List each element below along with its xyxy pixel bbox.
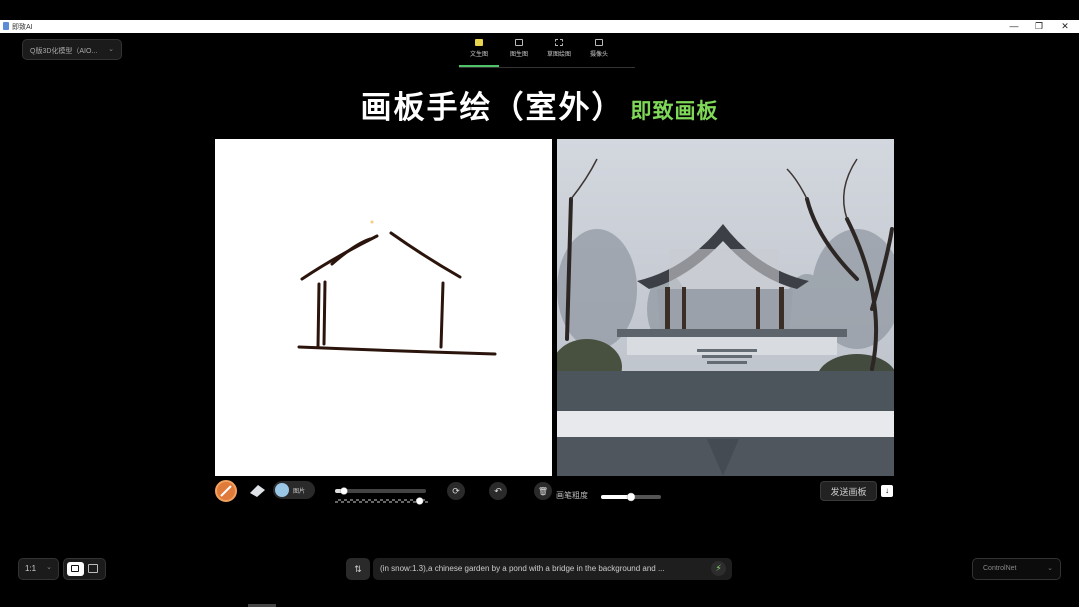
aspect-ratio-value: 1:1 xyxy=(25,564,37,573)
tab-sketch[interactable]: 草图绘图 xyxy=(539,37,579,65)
trash-icon: 🗑 xyxy=(537,487,549,496)
text-to-image-icon xyxy=(475,39,483,46)
image-icon xyxy=(275,483,289,497)
tab-camera[interactable]: 摄像头 xyxy=(579,37,619,65)
minimize-button[interactable]: — xyxy=(1003,20,1025,33)
image-to-image-icon xyxy=(515,39,523,46)
tab-label: 图生图 xyxy=(509,52,528,58)
brush-tool-button[interactable] xyxy=(215,480,237,502)
generate-bolt-icon[interactable]: ⚡ xyxy=(711,561,726,576)
slider-handle xyxy=(626,492,636,502)
mode-tabs: 文生图 图生图 草图绘图 摄像头 xyxy=(459,37,635,68)
maximize-button[interactable]: ❐ xyxy=(1028,20,1050,33)
window-title: 即致AI xyxy=(12,24,33,31)
chevron-down-icon: ⌄ xyxy=(46,564,52,571)
slider-track-checker xyxy=(335,501,338,503)
brush-icon xyxy=(220,485,232,497)
eraser-icon xyxy=(250,485,265,497)
slider-fill xyxy=(601,495,631,499)
prompt-settings-button[interactable]: ⇅ xyxy=(346,558,370,580)
drawing-canvas[interactable] xyxy=(215,139,552,476)
undo-button[interactable]: ↶ xyxy=(489,482,507,500)
aspect-ratio-select[interactable]: 1:1 ⌄ xyxy=(18,558,59,580)
send-canvas-button[interactable]: 发送画板 xyxy=(820,481,877,501)
headline-brand: 即致画板 xyxy=(630,98,719,123)
rotate-button[interactable]: ⟳ xyxy=(447,482,465,500)
chevron-down-icon: ⌄ xyxy=(1047,565,1053,572)
brush-opacity-slider[interactable] xyxy=(333,492,428,505)
controlnet-select[interactable]: ControlNet ⌄ xyxy=(972,558,1061,580)
camera-icon xyxy=(595,39,603,46)
view-toggle xyxy=(63,558,106,580)
title-bar: 即致AI — ❐ ✕ xyxy=(0,20,1079,33)
download-button[interactable]: ↓ xyxy=(881,485,893,497)
split-view-button[interactable] xyxy=(67,562,84,576)
prompt-input[interactable]: (in snow:1.3),a chinese garden by a pond… xyxy=(373,558,732,580)
tab-label: 草图绘图 xyxy=(546,52,571,58)
brush-thickness-slider[interactable] xyxy=(599,489,663,502)
brush-thickness-label: 画笔粗度 xyxy=(556,491,588,500)
brush-size-slider[interactable] xyxy=(333,482,428,495)
generated-image xyxy=(557,139,894,476)
rotate-icon: ⟳ xyxy=(452,486,460,496)
image-tool-label: 图片 xyxy=(293,489,306,495)
tab-text-to-image[interactable]: 文生图 xyxy=(459,37,499,67)
image-tool-button[interactable]: 图片 xyxy=(273,481,315,499)
model-select[interactable]: Q版3D化模型（AIO... ⌄ xyxy=(22,39,122,60)
eraser-tool-button[interactable] xyxy=(247,481,267,499)
app-icon xyxy=(3,22,9,30)
slider-handle xyxy=(415,497,424,505)
close-button[interactable]: ✕ xyxy=(1054,20,1076,33)
split-view-icon xyxy=(71,565,79,572)
tab-label: 文生图 xyxy=(469,52,488,58)
snow-pavilion-picture xyxy=(557,139,894,476)
page-title: 画板手绘（室外） 即致画板 xyxy=(0,82,1079,127)
tab-image-to-image[interactable]: 图生图 xyxy=(499,37,539,65)
sketch-icon xyxy=(555,39,563,46)
house-sketch xyxy=(297,220,497,356)
prompt-text: (in snow:1.3),a chinese garden by a pond… xyxy=(380,564,665,573)
sliders-icon: ⇅ xyxy=(354,564,362,574)
clear-canvas-button[interactable]: 🗑 xyxy=(534,482,552,500)
controlnet-value: ControlNet xyxy=(983,565,1017,572)
chevron-down-icon: ⌄ xyxy=(108,46,114,53)
tab-label: 摄像头 xyxy=(589,52,608,58)
undo-icon: ↶ xyxy=(494,486,502,496)
single-view-button[interactable] xyxy=(88,564,98,573)
download-icon: ↓ xyxy=(885,486,889,495)
model-select-value: Q版3D化模型（AIO... xyxy=(30,48,98,55)
headline-main: 画板手绘（室外） xyxy=(360,90,625,126)
